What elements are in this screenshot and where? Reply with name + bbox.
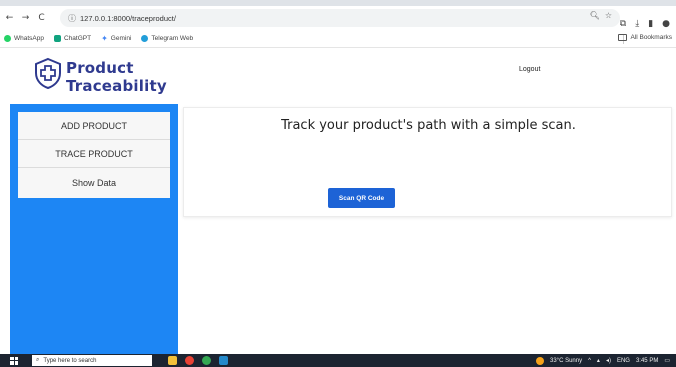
sidebar-item-show-data[interactable]: Show Data (18, 168, 170, 198)
bookmark-whatsapp[interactable]: WhatsApp (4, 35, 44, 42)
scan-qr-button[interactable]: Scan QR Code (328, 188, 395, 208)
language-indicator[interactable]: ENG (617, 358, 630, 364)
url-text: 127.0.0.1:8000/traceproduct/ (80, 13, 176, 23)
all-bookmarks-button[interactable]: All Bookmarks (618, 34, 672, 41)
url-field[interactable]: ⓘ 127.0.0.1:8000/traceproduct/ 🔍︎ ☆ (60, 9, 620, 27)
chrome-icon[interactable] (185, 356, 194, 365)
chrome-profile-icon[interactable] (202, 356, 211, 365)
volume-icon[interactable]: ◂) (606, 357, 611, 364)
bookmark-chatgpt[interactable]: ChatGPT (54, 35, 91, 42)
download-icon[interactable]: ⤓ (635, 19, 639, 29)
chatgpt-icon (54, 35, 61, 42)
clock[interactable]: 3:45 PM (636, 358, 658, 364)
page-header: Product Traceability Logout (0, 49, 676, 103)
bookmark-telegram[interactable]: Telegram Web (141, 35, 193, 42)
forward-button[interactable]: → (19, 10, 32, 26)
sidebar-item-add-product[interactable]: ADD PRODUCT (18, 112, 170, 140)
system-tray: 33°C Sunny ^ ▴ ◂) ENG 3:45 PM ▭ (536, 354, 670, 367)
bookmarks-bar: WhatsApp ChatGPT ✦ Gemini Telegram Web A… (0, 30, 676, 48)
address-bar-row: ← → C ⓘ 127.0.0.1:8000/traceproduct/ 🔍︎ … (0, 6, 676, 36)
logo-text-traceability: Traceability (66, 77, 167, 95)
bookmark-star-icon[interactable]: ☆ (605, 11, 612, 20)
back-button[interactable]: ← (3, 10, 16, 26)
shield-cross-icon (35, 57, 61, 89)
weather-icon[interactable] (536, 356, 544, 365)
site-info-icon[interactable]: ⓘ (68, 13, 76, 24)
bookmark-label: ChatGPT (64, 35, 92, 42)
zoom-icon[interactable]: 🔍︎ (590, 11, 600, 20)
sidepanel-icon[interactable]: ▮ (648, 19, 653, 29)
extensions-icon[interactable]: ⧉ (620, 19, 626, 29)
weather-text[interactable]: 33°C Sunny (550, 358, 582, 364)
gemini-icon: ✦ (101, 34, 108, 43)
trace-card: Track your product's path with a simple … (183, 107, 672, 217)
all-bookmarks-label: All Bookmarks (630, 34, 672, 41)
reload-button[interactable]: C (35, 10, 48, 26)
sidebar-item-trace-product[interactable]: TRACE PRODUCT (18, 140, 170, 168)
bookmark-gemini[interactable]: ✦ Gemini (101, 34, 131, 43)
sidebar: ADD PRODUCT TRACE PRODUCT Show Data (10, 104, 178, 354)
windows-taskbar: ⌕ Type here to search 33°C Sunny ^ ▴ ◂) … (0, 354, 676, 367)
taskbar-search[interactable]: ⌕ Type here to search (32, 355, 152, 366)
search-icon: ⌕ (36, 357, 40, 363)
telegram-icon (141, 35, 149, 42)
notifications-icon[interactable]: ▭ (664, 357, 670, 364)
whatsapp-icon (4, 35, 11, 42)
bookmark-label: Telegram Web (151, 35, 194, 42)
folder-icon (618, 34, 628, 41)
taskbar-search-placeholder: Type here to search (43, 357, 97, 364)
tray-chevron-icon[interactable]: ^ (588, 358, 591, 364)
windows-start-icon[interactable] (10, 356, 18, 365)
bookmark-label: Gemini (110, 35, 132, 42)
profile-icon[interactable]: ● (662, 19, 670, 29)
page-title: Track your product's path with a simple … (281, 118, 576, 133)
logout-link[interactable]: Logout (519, 66, 540, 73)
sidebar-menu: ADD PRODUCT TRACE PRODUCT Show Data (18, 112, 170, 198)
vscode-icon[interactable] (219, 356, 228, 365)
file-explorer-icon[interactable] (168, 356, 177, 365)
bookmark-label: WhatsApp (14, 35, 44, 42)
logo-text-product: Product (66, 59, 134, 77)
network-icon[interactable]: ▴ (597, 357, 600, 364)
